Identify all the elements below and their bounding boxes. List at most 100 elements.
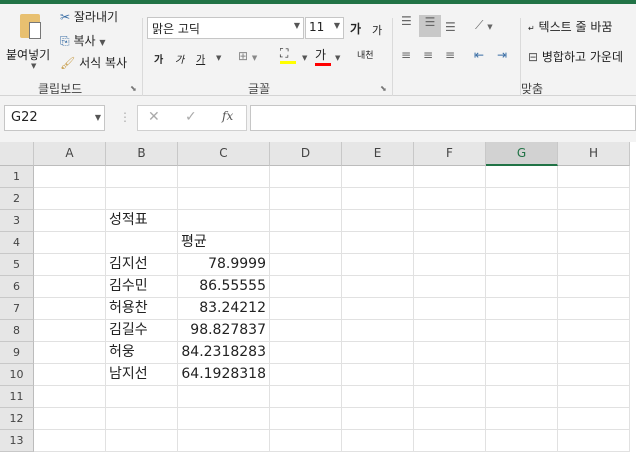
cell-E6[interactable] <box>342 276 414 298</box>
cell-E7[interactable] <box>342 298 414 320</box>
cell-G2[interactable] <box>486 188 558 210</box>
cell-H11[interactable] <box>558 386 630 408</box>
cell-C7[interactable]: 83.24212 <box>178 298 270 320</box>
cell-A3[interactable] <box>34 210 106 232</box>
row-header-3[interactable]: 3 <box>0 210 34 232</box>
orientation-button[interactable]: ⟋ ▼ <box>475 18 493 33</box>
row-header-9[interactable]: 9 <box>0 342 34 364</box>
column-header-A[interactable]: A <box>34 142 106 166</box>
row-header-11[interactable]: 11 <box>0 386 34 408</box>
cell-G7[interactable] <box>486 298 558 320</box>
font-size-select[interactable]: 11 ▼ <box>305 17 344 39</box>
cell-B8[interactable]: 김길수 <box>106 320 178 342</box>
cell-A9[interactable] <box>34 342 106 364</box>
underline-button[interactable]: 가 <box>196 51 205 66</box>
cell-H12[interactable] <box>558 408 630 430</box>
cell-B10[interactable]: 남지선 <box>106 364 178 386</box>
cell-D13[interactable] <box>270 430 342 452</box>
cell-D7[interactable] <box>270 298 342 320</box>
border-button[interactable]: ⊞ ▼ <box>238 49 257 63</box>
copy-button[interactable]: ⎘ 복사 ▼ <box>60 32 106 49</box>
cell-G5[interactable] <box>486 254 558 276</box>
select-all-button[interactable] <box>0 142 34 166</box>
shrink-font-button[interactable]: 가 <box>372 22 382 38</box>
align-top-button[interactable]: ☰ <box>401 14 412 28</box>
cell-H2[interactable] <box>558 188 630 210</box>
cell-A13[interactable] <box>34 430 106 452</box>
row-header-8[interactable]: 8 <box>0 320 34 342</box>
row-header-4[interactable]: 4 <box>0 232 34 254</box>
cell-B13[interactable] <box>106 430 178 452</box>
column-header-E[interactable]: E <box>342 142 414 166</box>
paste-button[interactable]: 붙여넣기 ▼ <box>4 8 56 72</box>
cell-C1[interactable] <box>178 166 270 188</box>
row-header-13[interactable]: 13 <box>0 430 34 452</box>
cancel-icon[interactable]: ✕ <box>148 109 160 125</box>
cell-B11[interactable] <box>106 386 178 408</box>
cell-C2[interactable] <box>178 188 270 210</box>
cell-A7[interactable] <box>34 298 106 320</box>
cell-B7[interactable]: 허용찬 <box>106 298 178 320</box>
cell-G12[interactable] <box>486 408 558 430</box>
cell-F2[interactable] <box>414 188 486 210</box>
cell-B6[interactable]: 김수민 <box>106 276 178 298</box>
cell-F13[interactable] <box>414 430 486 452</box>
cell-H5[interactable] <box>558 254 630 276</box>
cell-F6[interactable] <box>414 276 486 298</box>
cell-E3[interactable] <box>342 210 414 232</box>
cell-B3[interactable]: 성적표 <box>106 210 178 232</box>
font-name-select[interactable]: 맑은 고딕 ▼ <box>147 17 304 39</box>
row-header-5[interactable]: 5 <box>0 254 34 276</box>
cell-A12[interactable] <box>34 408 106 430</box>
cell-G8[interactable] <box>486 320 558 342</box>
cell-G9[interactable] <box>486 342 558 364</box>
cell-H1[interactable] <box>558 166 630 188</box>
cell-D6[interactable] <box>270 276 342 298</box>
cell-G1[interactable] <box>486 166 558 188</box>
row-header-7[interactable]: 7 <box>0 298 34 320</box>
column-header-G[interactable]: G <box>486 142 558 166</box>
cell-H9[interactable] <box>558 342 630 364</box>
column-header-H[interactable]: H <box>558 142 630 166</box>
cell-H10[interactable] <box>558 364 630 386</box>
cell-A6[interactable] <box>34 276 106 298</box>
cell-D11[interactable] <box>270 386 342 408</box>
column-header-F[interactable]: F <box>414 142 486 166</box>
cell-C3[interactable] <box>178 210 270 232</box>
cell-D3[interactable] <box>270 210 342 232</box>
cell-A4[interactable] <box>34 232 106 254</box>
cell-C9[interactable]: 84.2318283 <box>178 342 270 364</box>
cell-F7[interactable] <box>414 298 486 320</box>
cell-C12[interactable] <box>178 408 270 430</box>
format-painter-button[interactable]: 🖌 서식 복사 <box>60 54 127 71</box>
cell-F9[interactable] <box>414 342 486 364</box>
grow-font-button[interactable]: 가 <box>350 20 361 37</box>
cell-B1[interactable] <box>106 166 178 188</box>
phonetic-button[interactable]: 내천 <box>357 48 374 61</box>
cell-E5[interactable] <box>342 254 414 276</box>
cell-A8[interactable] <box>34 320 106 342</box>
fill-color-button[interactable]: ⛶ <box>280 46 296 64</box>
cell-C11[interactable] <box>178 386 270 408</box>
insert-function-button[interactable]: fx <box>222 109 233 123</box>
cell-G4[interactable] <box>486 232 558 254</box>
row-header-1[interactable]: 1 <box>0 166 34 188</box>
row-header-2[interactable]: 2 <box>0 188 34 210</box>
cell-C4[interactable]: 평균 <box>178 232 270 254</box>
cell-C8[interactable]: 98.827837 <box>178 320 270 342</box>
cell-F12[interactable] <box>414 408 486 430</box>
cell-H3[interactable] <box>558 210 630 232</box>
cell-E11[interactable] <box>342 386 414 408</box>
cell-F5[interactable] <box>414 254 486 276</box>
cell-B4[interactable] <box>106 232 178 254</box>
enter-icon[interactable]: ✓ <box>185 109 197 125</box>
cell-G11[interactable] <box>486 386 558 408</box>
cell-G6[interactable] <box>486 276 558 298</box>
decrease-indent-button[interactable]: ⇤ <box>474 48 484 62</box>
italic-button[interactable]: 가 <box>175 51 184 66</box>
cell-E8[interactable] <box>342 320 414 342</box>
cell-E13[interactable] <box>342 430 414 452</box>
column-header-B[interactable]: B <box>106 142 178 166</box>
font-color-button[interactable]: 가 <box>315 46 331 66</box>
cell-H6[interactable] <box>558 276 630 298</box>
